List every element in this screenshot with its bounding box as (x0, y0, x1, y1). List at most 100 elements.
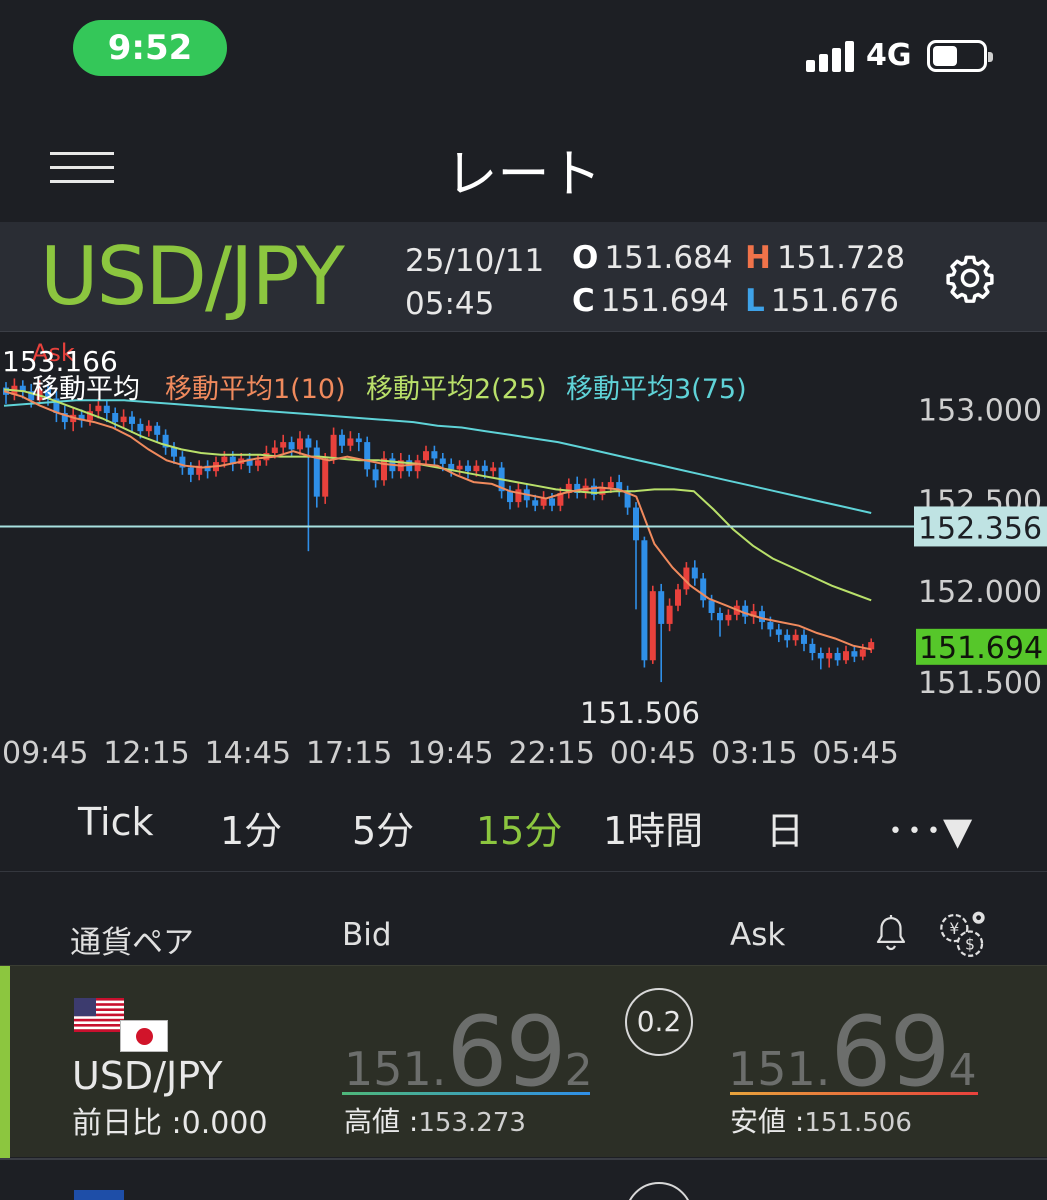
y-tick-label: 152.000 (918, 575, 1042, 610)
candle-body (851, 651, 858, 657)
high-of-day-value: 153.273 (418, 1108, 526, 1138)
candle-body (507, 491, 513, 503)
candle-body (95, 405, 102, 412)
ask-underline (730, 1092, 978, 1095)
candle-body (725, 614, 732, 621)
candle-body (103, 405, 110, 413)
high-label: H (745, 240, 771, 276)
x-tick-label: 09:45 (2, 736, 88, 771)
y-tick-label: 153.000 (918, 393, 1042, 428)
candle-body (221, 456, 228, 463)
x-tick-label: 17:15 (306, 736, 392, 771)
battery-icon (927, 40, 993, 72)
candle-body (364, 442, 371, 470)
candle-body (767, 622, 774, 630)
rate-row-usdjpy[interactable]: USD/JPY 前日比 :0.000 151.692 高値 :153.273 0… (0, 965, 1047, 1158)
open-number: 151.684 (604, 240, 733, 276)
timeframe-5m[interactable]: 5分 (352, 800, 414, 855)
candle-body (515, 489, 522, 503)
pair-name: USD/JPY (72, 1054, 223, 1098)
candle-body (271, 447, 278, 453)
candle-body (826, 653, 833, 659)
x-tick-label: 00:45 (610, 736, 696, 771)
candle-body (549, 498, 555, 506)
legend-item: 移動平均2(25) (366, 374, 547, 405)
column-pair: 通貨ペア (70, 925, 194, 961)
daily-change-label: 前日比 : (72, 1106, 182, 1141)
current-price-label: 151.694 (919, 631, 1043, 666)
gear-icon[interactable] (944, 252, 996, 304)
x-tick-label: 14:45 (205, 736, 291, 771)
candle-body (490, 467, 497, 472)
candle-body (187, 467, 194, 475)
timeframe-tick[interactable]: Tick (78, 800, 154, 844)
column-bid: Bid (342, 917, 392, 953)
high-value: H 151.728 (745, 240, 905, 276)
close-number: 151.694 (600, 283, 729, 319)
app-header: レート (0, 110, 1047, 222)
network-type: 4G (866, 38, 912, 73)
bid-price[interactable]: 151.692 (344, 996, 593, 1108)
jp-flag-icon (120, 1020, 168, 1052)
candle-body (465, 465, 471, 472)
candle-body (641, 540, 648, 661)
candle-body (859, 649, 866, 657)
x-tick-label: 22:15 (509, 736, 595, 771)
candle-body (280, 442, 287, 448)
status-bar: 9:52 4G (0, 0, 1047, 110)
candle-body (423, 451, 429, 461)
candle-body (658, 591, 665, 624)
price-chart[interactable]: 153.000 152.500 152.000 151.500 152.356 151.6… (0, 333, 1047, 780)
low-value: L 151.676 (745, 283, 899, 319)
spread-badge: 0.2 (625, 988, 693, 1056)
bell-icon[interactable] (872, 913, 910, 955)
daily-change-value: 0.000 (181, 1106, 268, 1141)
candle-body (439, 458, 446, 464)
low-label: L (745, 283, 765, 319)
spread-badge (625, 1182, 693, 1200)
candle-body (129, 416, 135, 424)
timeframe-15m[interactable]: 15分 (476, 800, 562, 855)
currency-settings-icon[interactable]: ¥ $ (936, 909, 990, 961)
candle-body (112, 413, 119, 423)
high-of-day: 高値 :153.273 (344, 1100, 526, 1140)
low-of-day-label: 安値 : (730, 1105, 805, 1138)
open-value: O 151.684 (572, 240, 733, 276)
candle-body (792, 634, 799, 641)
candle-body (322, 458, 329, 497)
ask-price[interactable]: 151.694 (728, 996, 977, 1108)
timeframe-day[interactable]: 日 (766, 800, 804, 855)
candle-body (691, 567, 698, 579)
us-flag-icon (74, 998, 124, 1032)
candle-body (297, 438, 303, 450)
candle-body (817, 653, 824, 659)
symbol-name[interactable]: USD/JPY (40, 230, 345, 323)
candle-body (784, 634, 791, 641)
moving-average-1-line (3, 390, 872, 651)
timeframe-1h[interactable]: 1時間 (603, 800, 703, 855)
reference-price-label: 152.356 (918, 511, 1042, 546)
candle-body (448, 463, 455, 470)
candle-body (372, 469, 379, 481)
candle-body (154, 425, 161, 435)
chart-svg[interactable]: 153.000152.500152.000151.500152.356151.6… (0, 333, 1047, 780)
candle-body (834, 653, 841, 661)
candle-body (137, 423, 144, 432)
candle-body (666, 605, 673, 624)
timeframe-1m[interactable]: 1分 (220, 800, 282, 855)
ask-price-major: 151. (728, 1042, 831, 1096)
candle-body (540, 498, 547, 506)
bid-price-major: 151. (344, 1042, 447, 1096)
candle-body (801, 634, 807, 644)
rate-row-next[interactable] (0, 1158, 1047, 1200)
timeframe-more[interactable]: ･･･▼ (886, 800, 972, 855)
min-price-label: 151.506 (580, 696, 700, 730)
candle-body (288, 442, 295, 450)
candle-body (649, 591, 656, 661)
bar-date: 25/10/11 (405, 243, 545, 279)
candle-body (775, 629, 782, 635)
candle-body (120, 416, 127, 423)
candle-body (330, 434, 337, 459)
bid-underline (342, 1092, 590, 1095)
candle-body (675, 589, 681, 606)
